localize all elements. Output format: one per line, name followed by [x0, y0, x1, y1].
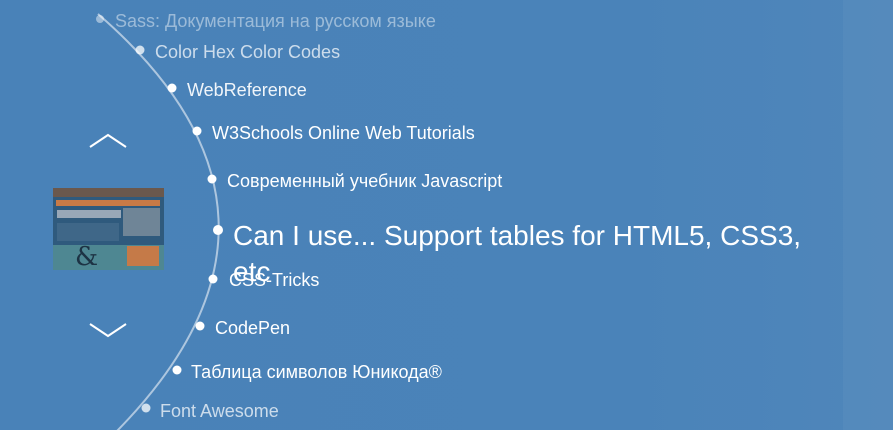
link-webreference[interactable]: WebReference — [187, 80, 307, 101]
link-dot — [172, 365, 182, 375]
chevron-down-icon — [89, 323, 127, 338]
link-dot — [208, 274, 218, 284]
link-sass-docs[interactable]: Sass: Документация на русском языке — [115, 11, 436, 32]
link-dot — [141, 403, 151, 413]
link-can-i-use[interactable]: Can I use... Support tables for HTML5, C… — [233, 218, 823, 290]
link-unicode-table[interactable]: Таблица символов Юникода® — [191, 362, 442, 383]
link-dot — [195, 321, 205, 331]
link-dot — [96, 15, 104, 23]
link-css-tricks[interactable]: CSS-Tricks — [229, 270, 319, 291]
chevron-up-icon — [89, 133, 127, 148]
link-w3schools[interactable]: W3Schools Online Web Tutorials — [212, 123, 475, 144]
link-dot — [207, 174, 217, 184]
link-javascript-tutorial[interactable]: Современный учебник Javascript — [227, 171, 502, 192]
link-font-awesome[interactable]: Font Awesome — [160, 401, 279, 422]
link-color-hex[interactable]: Color Hex Color Codes — [155, 42, 340, 63]
scroll-down-button[interactable] — [88, 320, 128, 340]
link-dot — [167, 83, 177, 93]
link-dot — [192, 126, 202, 136]
link-codepen[interactable]: CodePen — [215, 318, 290, 339]
link-dot — [135, 45, 145, 55]
scroll-up-button[interactable] — [88, 132, 128, 152]
link-dot — [213, 225, 223, 235]
preview-thumbnail[interactable]: & — [53, 188, 164, 270]
